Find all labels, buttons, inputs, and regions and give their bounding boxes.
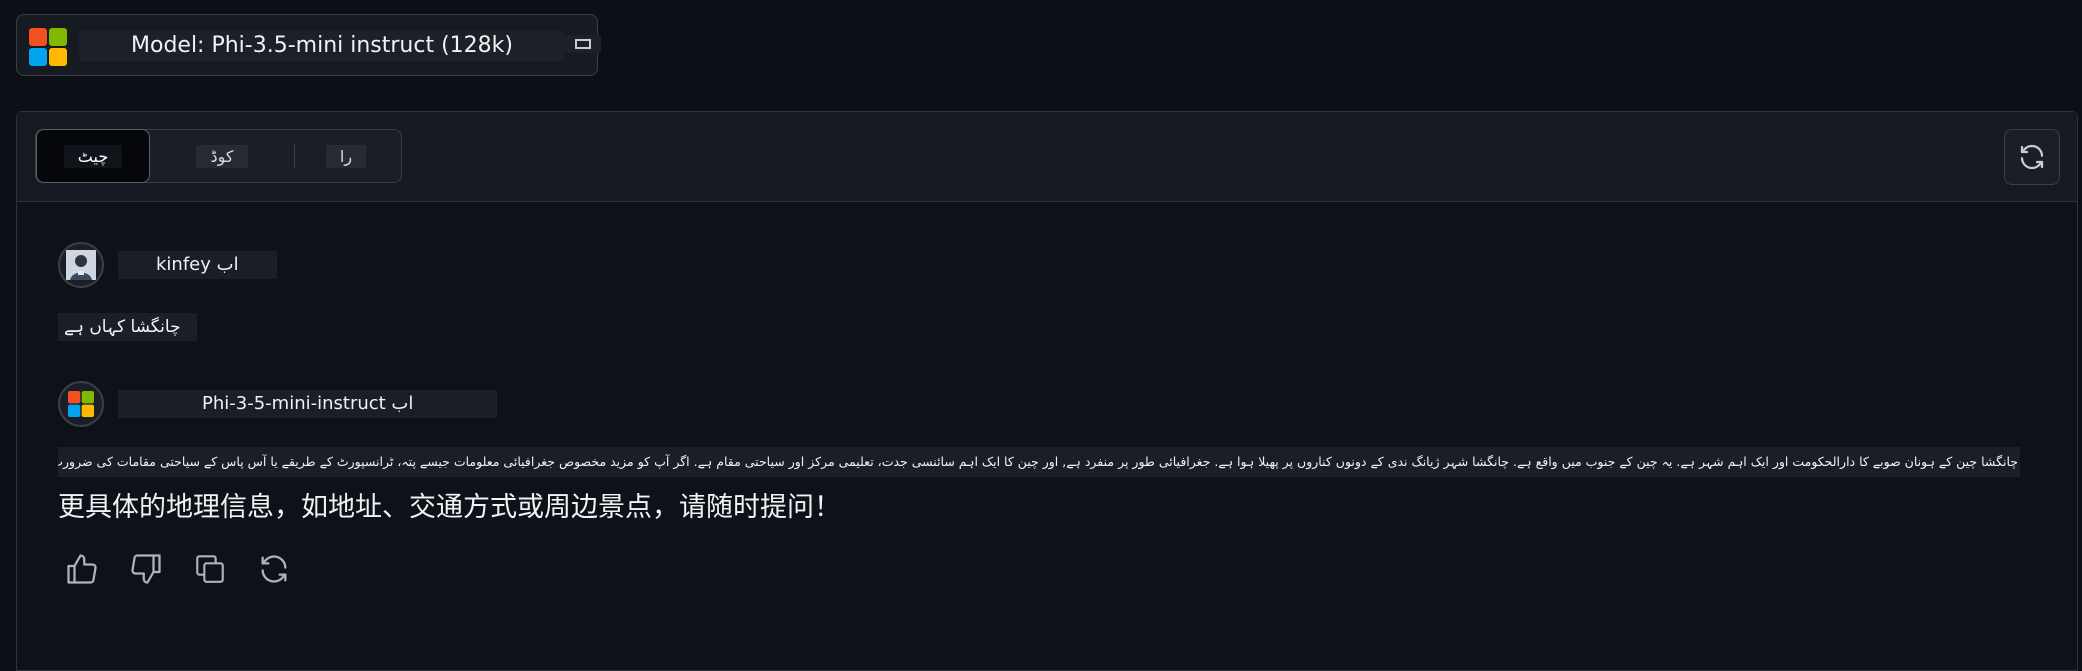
thumbs-down-icon (131, 554, 161, 584)
tab-chat[interactable]: چیٹ (36, 129, 150, 183)
tab-label: چیٹ (63, 144, 123, 168)
microsoft-logo-icon (29, 28, 67, 66)
avatar (58, 242, 104, 288)
tab-label: را (325, 144, 367, 168)
tab-group: چیٹ کوڈ را (35, 129, 402, 183)
assistant-reply-text: چانگشا چین کے ہونان صوبے کا دارالحکومت ا… (58, 447, 2020, 477)
assistant-message-header: Phi-3-5-mini-instruct اب (58, 381, 498, 427)
sender-name: Phi-3-5-mini-instruct اب (118, 390, 498, 418)
copy-icon (196, 555, 224, 583)
copy-button[interactable] (190, 549, 230, 589)
assistant-reply-text-cn: 更具体的地理信息，如地址、交通方式或周边景点，请随时提问！ (58, 492, 841, 523)
model-label[interactable]: Model: Phi-3.5-mini instruct (128k) (79, 31, 565, 61)
toolbar: چیٹ کوڈ را (17, 112, 2077, 202)
user-message-text: چانگشا کہاں ہے (58, 313, 197, 341)
dislike-button[interactable] (126, 549, 166, 589)
user-avatar-icon (66, 250, 96, 280)
retry-icon (261, 555, 287, 583)
avatar (58, 381, 104, 427)
tab-label: کوڈ (196, 144, 248, 168)
refresh-button[interactable] (2004, 129, 2060, 185)
sender-name: kinfey اب (118, 251, 277, 279)
microsoft-logo-icon (68, 391, 94, 417)
message-actions (62, 549, 294, 589)
thumbs-up-icon (67, 554, 97, 584)
refresh-icon (2020, 144, 2044, 170)
model-selector[interactable]: Model: Phi-3.5-mini instruct (128k) (16, 14, 601, 76)
tab-divider (294, 144, 295, 168)
like-button[interactable] (62, 549, 102, 589)
tab-raw[interactable]: را (306, 130, 386, 182)
panel-toggle-icon[interactable] (565, 35, 601, 53)
user-message-header: kinfey اب (58, 242, 277, 288)
retry-button[interactable] (254, 549, 294, 589)
tab-code[interactable]: کوڈ (166, 130, 278, 182)
